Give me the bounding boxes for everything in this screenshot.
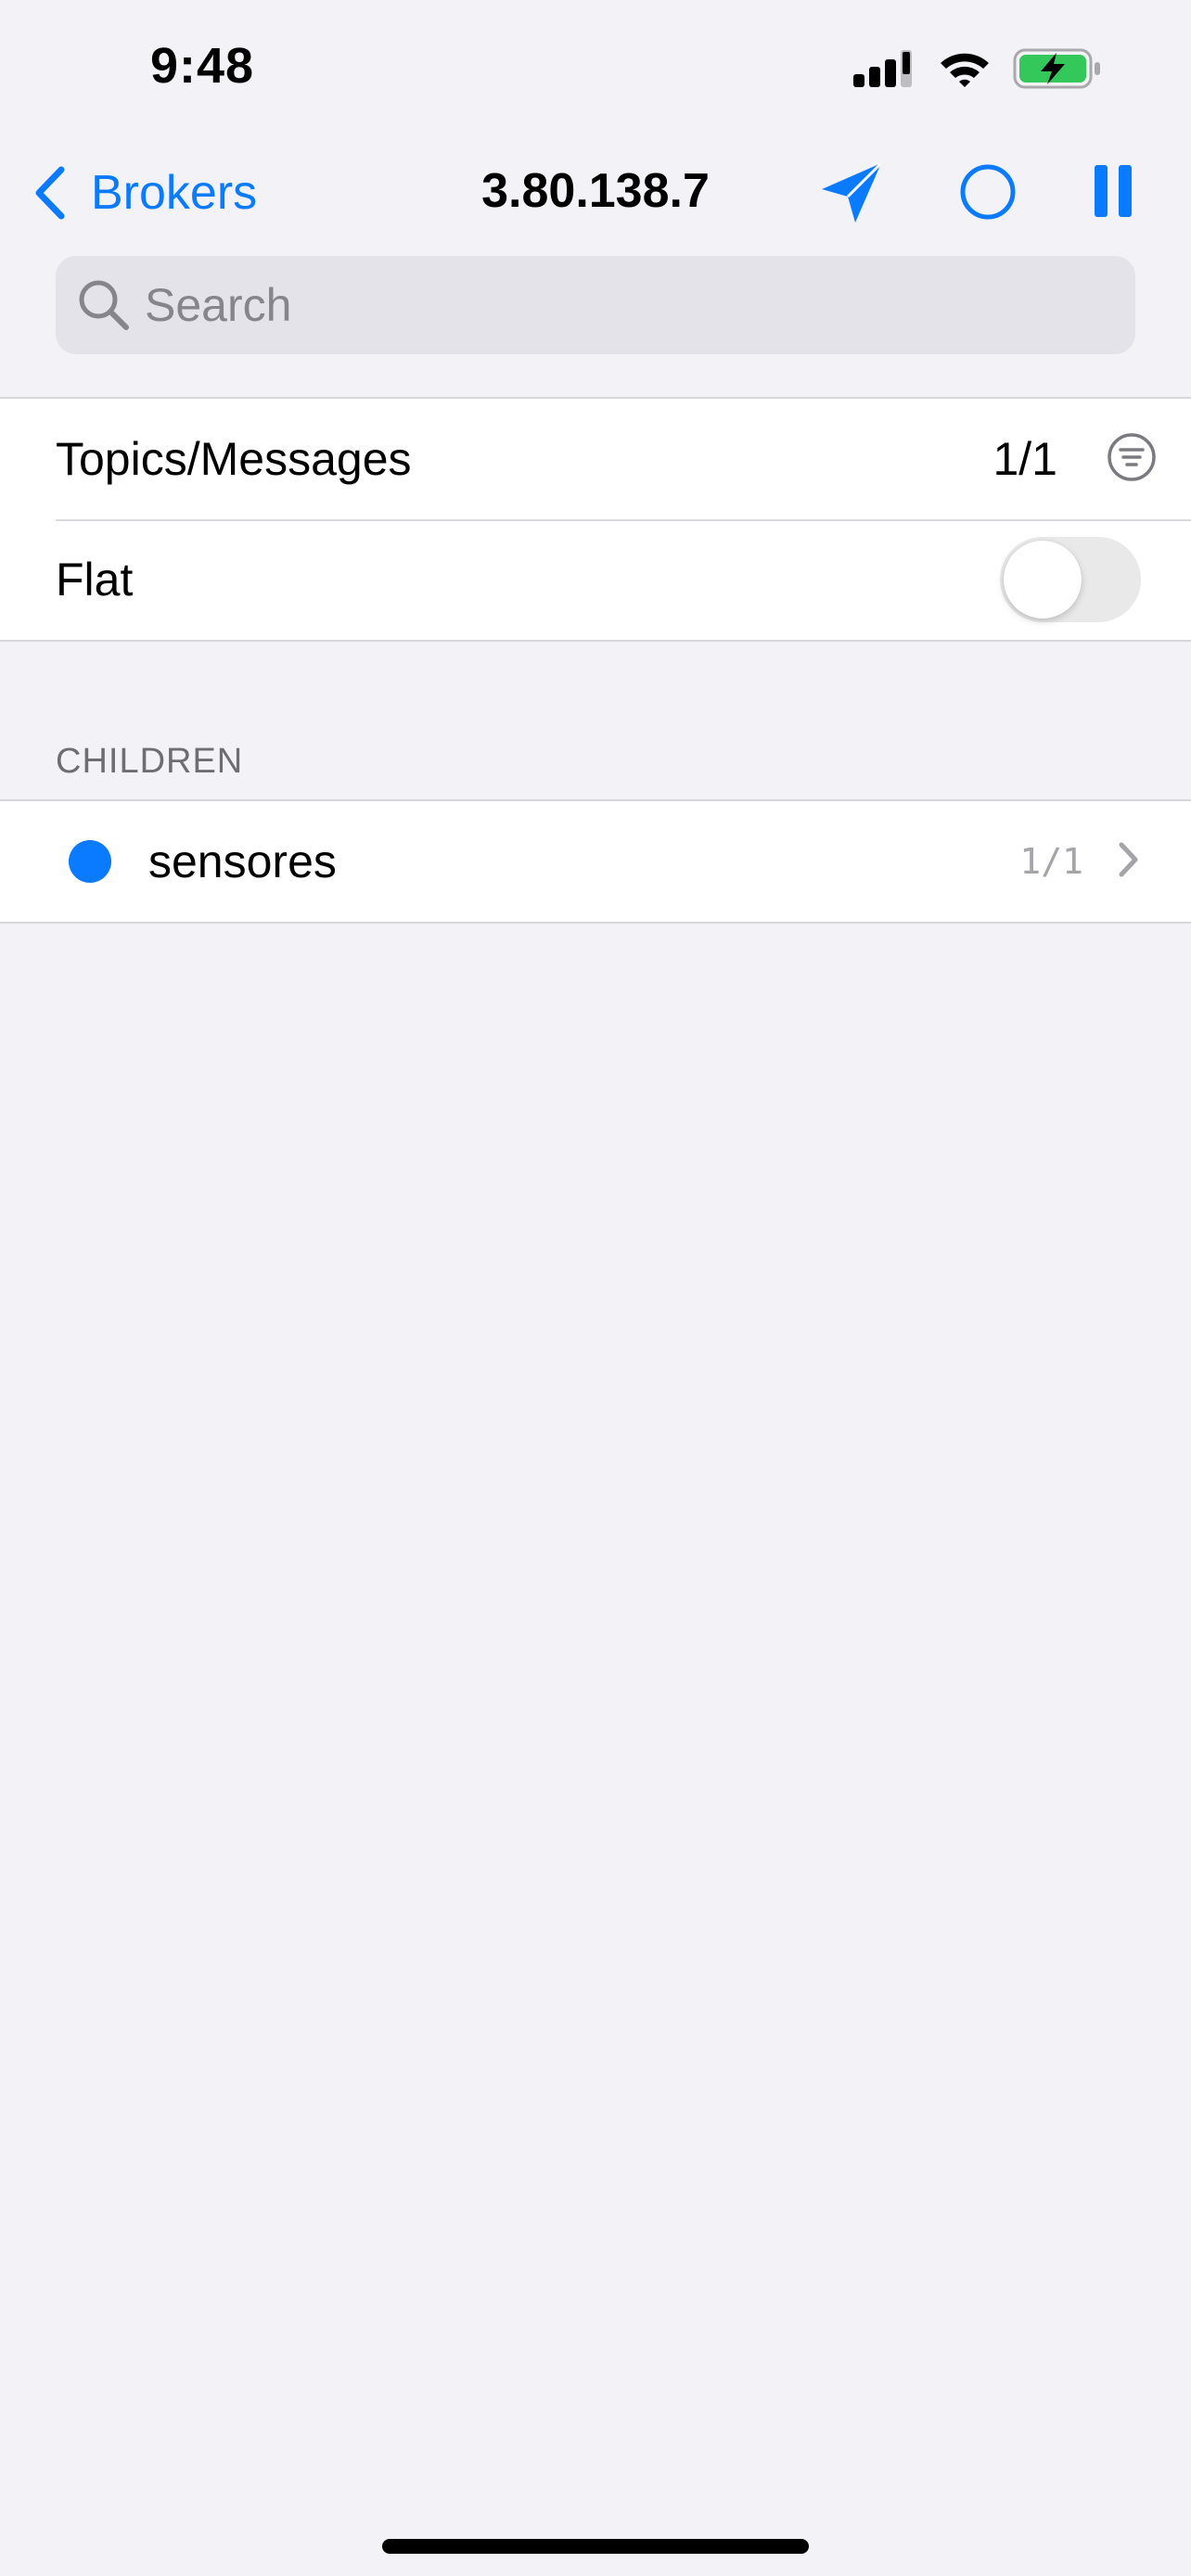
toggle-knob xyxy=(1004,541,1082,618)
flat-toggle[interactable] xyxy=(1000,537,1141,622)
battery-charging-icon xyxy=(1013,47,1102,95)
children-group: sensores 1/1 xyxy=(0,799,1191,924)
send-icon[interactable] xyxy=(818,159,885,231)
navigation-bar: Brokers 3.80.138.7 xyxy=(0,139,1191,247)
settings-group: Topics/Messages 1/1 Flat xyxy=(0,397,1191,642)
flat-row: Flat xyxy=(0,519,1191,640)
home-indicator xyxy=(382,2539,809,2554)
status-bar: 9:48 xyxy=(0,0,1191,139)
topics-messages-row: Topics/Messages 1/1 xyxy=(0,399,1191,519)
wifi-icon xyxy=(937,48,992,94)
topics-messages-label: Topics/Messages xyxy=(56,433,412,485)
filter-icon[interactable] xyxy=(1106,431,1158,488)
search-bar[interactable] xyxy=(56,256,1135,354)
flat-label: Flat xyxy=(56,554,134,606)
child-topic-count: 1/1 xyxy=(1019,841,1083,882)
pause-icon[interactable] xyxy=(1093,163,1133,223)
section-header-children: CHILDREN xyxy=(56,742,244,781)
status-icons xyxy=(852,43,1102,98)
status-dot-icon xyxy=(69,840,111,883)
chevron-right-icon xyxy=(1117,840,1141,884)
status-time: 9:48 xyxy=(150,38,255,94)
search-input[interactable] xyxy=(145,278,1072,332)
child-topic-label: sensores xyxy=(148,835,337,887)
search-icon xyxy=(79,280,129,330)
list-item[interactable]: sensores 1/1 xyxy=(0,801,1191,922)
cellular-signal-icon xyxy=(852,48,916,94)
topics-messages-value: 1/1 xyxy=(992,433,1057,485)
record-circle-icon[interactable] xyxy=(959,163,1017,225)
